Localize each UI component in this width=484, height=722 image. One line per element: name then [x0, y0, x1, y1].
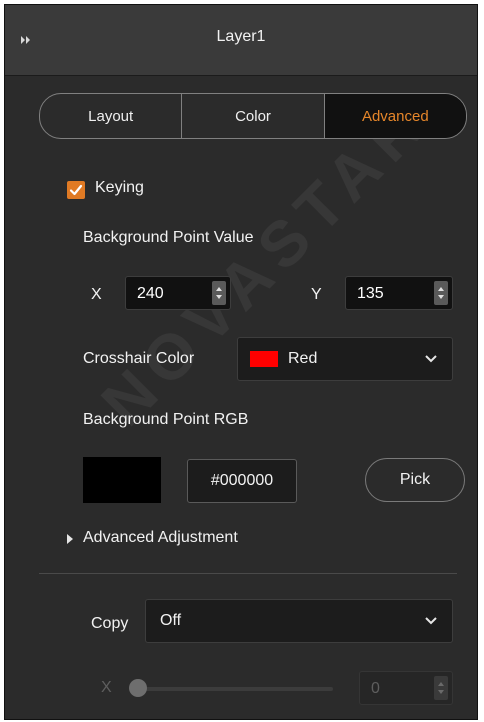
background-point-value-label: Background Point Value	[83, 229, 254, 246]
copy-label: Copy	[91, 615, 129, 632]
panel-title: Layer1	[216, 28, 266, 45]
chevron-down-icon	[425, 355, 437, 363]
up-down-arrows-icon	[216, 287, 222, 299]
pick-color-button[interactable]: Pick	[365, 458, 465, 502]
copy-x-value: 0	[371, 680, 380, 697]
expand-arrow-icon[interactable]	[65, 533, 75, 545]
copy-select[interactable]: Off	[145, 599, 453, 643]
layer-properties-panel: NOVASTAR Layer1 Layout Color Advanced Ke…	[4, 4, 478, 720]
tab-color[interactable]: Color	[182, 94, 325, 138]
background-point-rgb-label: Background Point RGB	[83, 411, 249, 428]
up-down-arrows-icon	[438, 682, 444, 694]
checkmark-icon	[69, 184, 83, 196]
copy-x-stepper[interactable]	[434, 676, 448, 700]
rgb-color-preview	[83, 457, 161, 503]
point-y-stepper[interactable]	[434, 281, 448, 305]
panel-header: Layer1	[5, 5, 477, 76]
tab-layout[interactable]: Layout	[40, 94, 183, 138]
keying-label: Keying	[95, 179, 144, 196]
crosshair-color-value: Red	[288, 350, 318, 367]
rgb-hex-field[interactable]: #000000	[187, 459, 297, 503]
copy-value: Off	[160, 612, 182, 629]
chevron-down-icon	[425, 617, 437, 625]
crosshair-color-select[interactable]: Red	[237, 337, 453, 381]
copy-x-label: X	[101, 679, 112, 696]
tab-bar: Layout Color Advanced	[39, 93, 467, 139]
point-x-spinbox[interactable]: 240	[125, 276, 231, 310]
copy-x-spinbox[interactable]: 0	[359, 671, 453, 705]
keying-checkbox[interactable]	[67, 181, 85, 199]
point-y-value: 135	[357, 285, 384, 302]
point-x-stepper[interactable]	[212, 281, 226, 305]
crosshair-color-swatch	[250, 351, 278, 367]
tab-advanced[interactable]: Advanced	[324, 94, 466, 138]
copy-x-slider-handle[interactable]	[129, 679, 147, 697]
copy-x-slider-track[interactable]	[141, 687, 333, 691]
advanced-adjustment-toggle[interactable]: Advanced Adjustment	[83, 529, 238, 547]
up-down-arrows-icon	[438, 287, 444, 299]
point-y-spinbox[interactable]: 135	[345, 276, 453, 310]
point-y-label: Y	[311, 286, 322, 303]
point-x-value: 240	[137, 285, 164, 302]
point-x-label: X	[91, 286, 102, 303]
crosshair-color-label: Crosshair Color	[83, 350, 195, 367]
section-divider	[39, 573, 457, 574]
